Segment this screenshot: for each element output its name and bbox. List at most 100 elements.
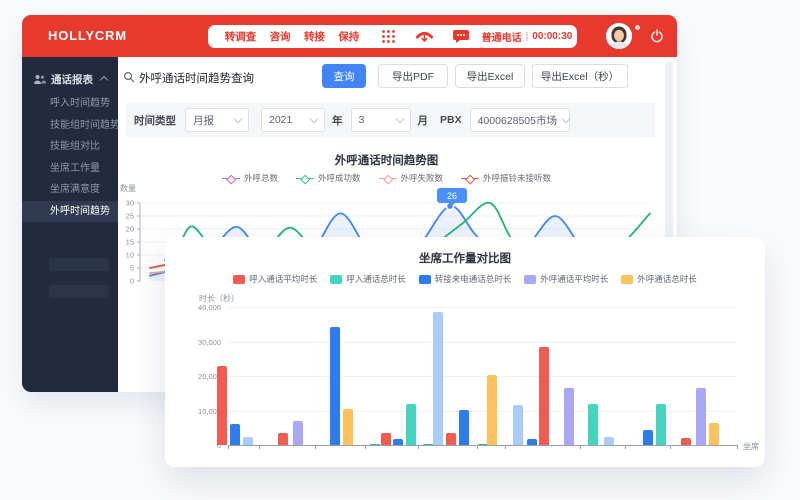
bar-red-19 xyxy=(539,347,549,445)
legend-swatch-icon xyxy=(524,275,536,284)
legend-label: 呼入通话平均时长 xyxy=(249,273,317,285)
legend-diamond-icon xyxy=(296,175,314,182)
chevron-down-icon xyxy=(310,114,318,122)
export-excel-sec-button[interactable]: 导出Excel（秒） xyxy=(532,64,628,88)
year-value: 2021 xyxy=(269,114,292,126)
bar-legend-item-3[interactable]: 外呼通话平均时长 xyxy=(524,273,608,285)
bar-paleblue-22 xyxy=(604,437,614,445)
legend-label: 呼入通话总时长 xyxy=(346,273,406,285)
sidebar: 通话报表 呼入时间趋势技能组时间趋势技能组对比坐席工作量坐席满意度外呼时间趋势 xyxy=(22,57,118,392)
sidebar-skeleton xyxy=(49,285,109,298)
bar-legend-item-0[interactable]: 呼入通话平均时长 xyxy=(233,273,317,285)
sidebar-group-reports[interactable]: 通话报表 xyxy=(22,68,118,90)
svg-text:5: 5 xyxy=(130,264,134,273)
bar-purple-4 xyxy=(293,421,303,445)
chat-icon[interactable] xyxy=(453,29,469,44)
svg-text:15: 15 xyxy=(126,238,134,247)
sidebar-item-2[interactable]: 技能组对比 xyxy=(22,136,118,157)
legend-swatch-icon xyxy=(330,275,342,284)
sidebar-item-5[interactable]: 外呼时间趋势 xyxy=(22,201,118,222)
bar-teal-24 xyxy=(656,404,666,445)
svg-text:数量: 数量 xyxy=(120,183,136,193)
call-status-pill: 普通电话 | 00:00:30 xyxy=(477,25,577,48)
bar-x-axis xyxy=(228,445,737,446)
bar-red-8 xyxy=(381,433,391,445)
bar-xtick xyxy=(477,445,478,449)
svg-text:0: 0 xyxy=(130,277,134,286)
bar-chart-xlabel: 坐席 xyxy=(743,441,759,452)
call-action-2[interactable]: 转接 xyxy=(304,29,325,44)
legend-swatch-icon xyxy=(233,275,245,284)
app-logo: HOLLYCRM xyxy=(48,28,127,43)
call-action-3[interactable]: 保持 xyxy=(338,29,359,44)
bar-red-3 xyxy=(278,433,288,445)
query-button[interactable]: 查询 xyxy=(322,64,366,88)
pbx-select[interactable]: 4000628505市场 xyxy=(470,108,570,132)
legend-label: 外呼通话总时长 xyxy=(637,273,697,285)
sidebar-group-label: 通话报表 xyxy=(51,72,93,87)
bar-blue-14 xyxy=(459,410,469,445)
call-action-0[interactable]: 转调查 xyxy=(225,29,257,44)
sidebar-item-3[interactable]: 坐席工作量 xyxy=(22,158,118,179)
avatar[interactable] xyxy=(606,23,632,49)
bar-xtick xyxy=(625,445,626,449)
bar-paleblue-12 xyxy=(433,312,443,445)
power-button[interactable] xyxy=(650,29,664,43)
dialpad-icon[interactable] xyxy=(381,29,396,44)
page-title: 外呼通话时间趋势查询 xyxy=(139,70,254,86)
time-type-value: 月报 xyxy=(193,113,214,128)
bar-ytick-label: 20,000 xyxy=(177,372,221,381)
bar-xtick xyxy=(315,445,316,449)
year-select[interactable]: 2021 xyxy=(261,108,325,132)
bar-xtick xyxy=(365,445,366,449)
bar-red-25 xyxy=(681,438,691,445)
phone-icon-pill xyxy=(363,25,486,48)
bar-legend-item-1[interactable]: 呼入通话总时长 xyxy=(330,273,406,285)
bar-blue-1 xyxy=(230,424,240,445)
sidebar-item-0[interactable]: 呼入时间趋势 xyxy=(22,93,118,114)
bar-teal-21 xyxy=(588,404,598,445)
search-icon xyxy=(123,71,135,83)
pbx-label: PBX xyxy=(440,114,462,126)
chevron-down-icon xyxy=(395,114,403,122)
bar-legend-item-2[interactable]: 转接来电通话总时长 xyxy=(419,273,512,285)
bar-ytick-label: 10,000 xyxy=(177,407,221,416)
bar-purple-20 xyxy=(564,388,574,445)
bar-orange-16 xyxy=(487,375,497,445)
hangup-phone-icon[interactable] xyxy=(415,29,434,44)
bar-red-13 xyxy=(446,433,456,445)
bar-gridline xyxy=(228,342,737,343)
bar-chart-legend: 呼入通话平均时长 呼入通话总时长 转接来电通话总时长 外呼通话平均时长 外呼通话总时长 xyxy=(165,273,765,285)
svg-text:10: 10 xyxy=(126,251,134,260)
month-suffix-label: 月 xyxy=(418,113,429,128)
filter-bar: 时间类型 月报 2021 年 3 月 PBX 4000628505市场 xyxy=(125,103,655,137)
legend-diamond-icon xyxy=(222,175,240,182)
export-pdf-button[interactable]: 导出PDF xyxy=(378,64,448,88)
year-suffix-label: 年 xyxy=(332,113,343,128)
bar-xtick xyxy=(418,445,419,449)
legend-diamond-icon xyxy=(461,175,479,182)
sidebar-skeleton xyxy=(49,258,109,271)
topbar: HOLLYCRM 转调查咨询转接保持 普通电话 | 00:00:30 xyxy=(22,15,677,57)
chart-tooltip: 26 xyxy=(437,188,467,203)
bar-gridline xyxy=(228,307,737,308)
chevron-down-icon xyxy=(562,114,570,122)
legend-label: 外呼通话平均时长 xyxy=(540,273,608,285)
month-select[interactable]: 3 xyxy=(351,108,411,132)
avatar-image xyxy=(606,23,632,49)
sidebar-item-1[interactable]: 技能组时间趋势 xyxy=(22,115,118,136)
bar-blue-5 xyxy=(330,327,340,445)
time-type-select[interactable]: 月报 xyxy=(185,108,249,132)
agent-workload-card: 坐席工作量对比图 呼入通话平均时长呼入通话总时长转接来电通话总时长外呼通话平均时… xyxy=(165,237,765,467)
export-excel-button[interactable]: 导出Excel xyxy=(455,64,525,88)
bar-xtick xyxy=(228,445,229,449)
stage: HOLLYCRM 转调查咨询转接保持 普通电话 | 00:00:30 xyxy=(0,0,800,500)
month-value: 3 xyxy=(359,114,365,126)
bar-legend-item-4[interactable]: 外呼通话总时长 xyxy=(621,273,697,285)
svg-text:30: 30 xyxy=(126,199,134,208)
sidebar-item-4[interactable]: 坐席满意度 xyxy=(22,179,118,200)
call-action-1[interactable]: 咨询 xyxy=(270,29,291,44)
call-action-pill: 转调查咨询转接保持 xyxy=(208,25,376,48)
presence-dot xyxy=(635,25,640,30)
svg-text:20: 20 xyxy=(126,225,134,234)
